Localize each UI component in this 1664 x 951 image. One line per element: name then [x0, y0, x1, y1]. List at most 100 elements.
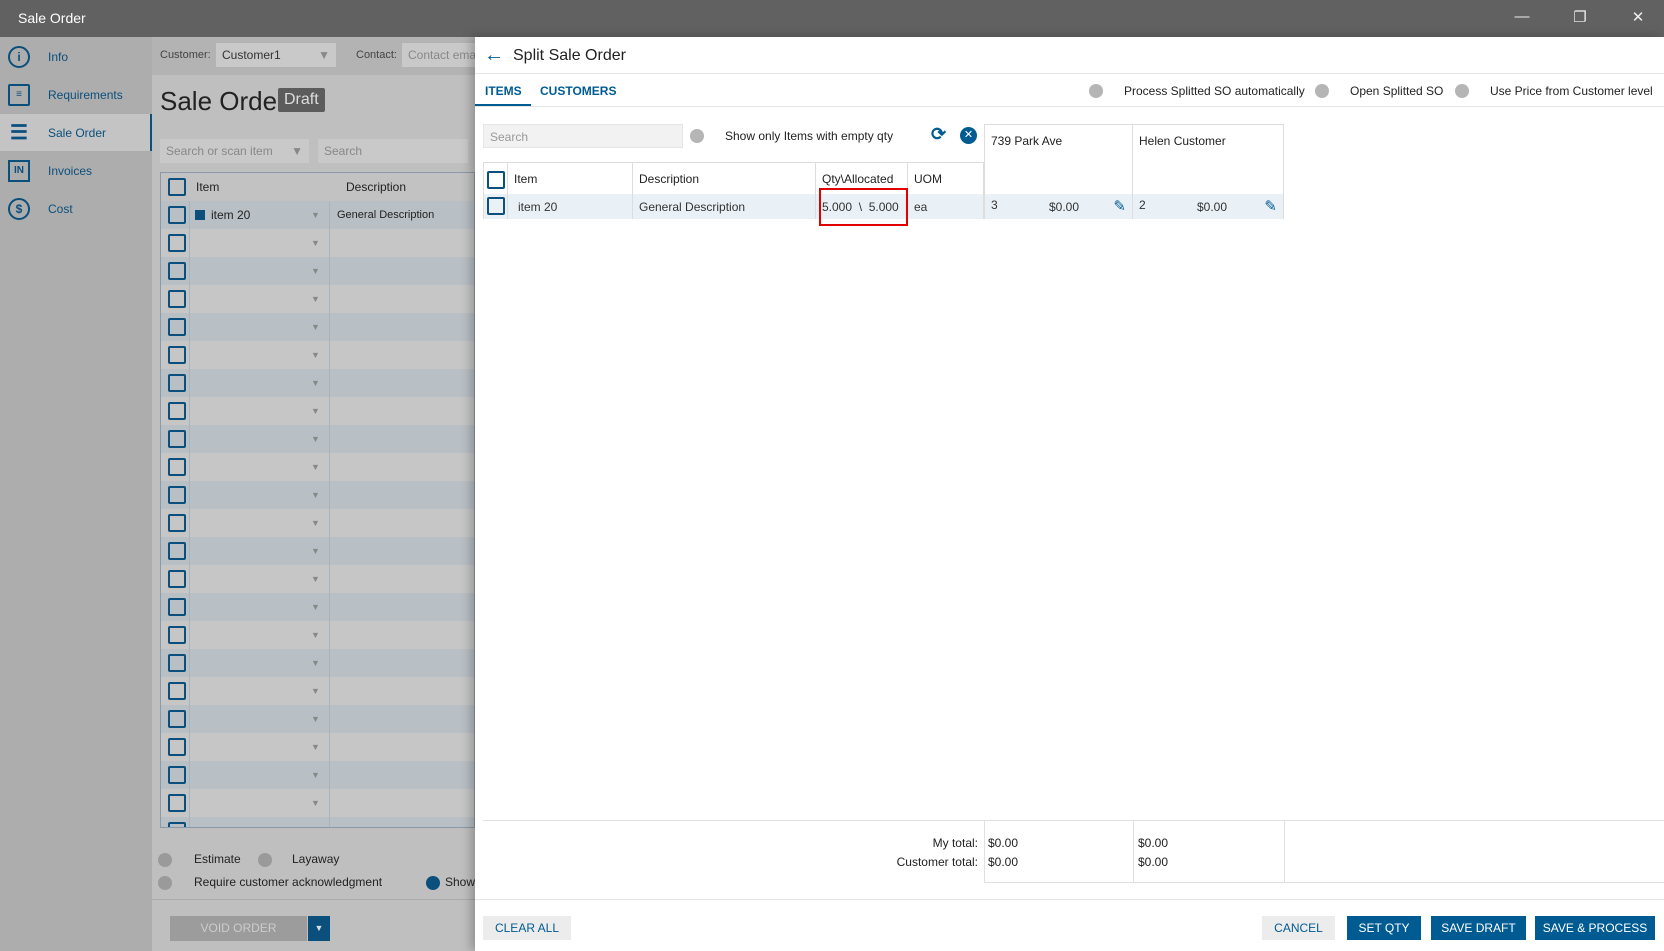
split-search-input[interactable]: Search — [483, 124, 683, 148]
table-row: ▼ — [161, 257, 474, 285]
chevron-down-icon[interactable]: ▼ — [311, 658, 320, 668]
table-row: item 20 ▼ General Description — [161, 201, 474, 229]
placeholder: Search or scan item — [166, 144, 273, 158]
chevron-down-icon[interactable]: ▼ — [311, 294, 320, 304]
chevron-down-icon[interactable]: ▼ — [311, 798, 320, 808]
sidebar-item-label: Info — [48, 49, 69, 64]
refresh-icon[interactable]: ⟳ — [931, 124, 946, 145]
row-checkbox[interactable] — [168, 766, 186, 784]
chevron-down-icon[interactable]: ▼ — [311, 238, 320, 248]
edit-pencil-icon[interactable]: ✎ — [1113, 197, 1126, 215]
chevron-down-icon[interactable]: ▼ — [311, 630, 320, 640]
table-row: ▼ — [161, 621, 474, 649]
info-icon: i — [8, 45, 30, 68]
restore-icon[interactable]: ❐ — [1570, 8, 1590, 28]
empty-qty-label: Show only Items with empty qty — [725, 129, 894, 143]
chevron-down-icon[interactable]: ▼ — [311, 210, 320, 220]
search-input[interactable]: Search — [318, 139, 468, 163]
chevron-down-icon[interactable]: ▼ — [311, 434, 320, 444]
window-title: Sale Order — [18, 10, 86, 26]
row-checkbox[interactable] — [168, 682, 186, 700]
select-all-checkbox[interactable] — [168, 178, 186, 196]
sidebar-item-requirements[interactable]: ≡ Requirements — [0, 76, 152, 113]
row-checkbox[interactable] — [168, 626, 186, 644]
minimize-icon[interactable]: — — [1512, 8, 1532, 28]
chevron-down-icon[interactable]: ▼ — [311, 518, 320, 528]
row-checkbox[interactable] — [168, 794, 186, 812]
customer-cell[interactable]: 2 $0.00 ✎ — [1133, 194, 1284, 219]
row-checkbox[interactable] — [168, 206, 186, 224]
sidebar-item-sale-order[interactable]: ☰ Sale Order — [0, 114, 152, 151]
row-checkbox[interactable] — [168, 318, 186, 336]
customer-price: $0.00 — [1049, 200, 1080, 214]
clear-circle-icon[interactable]: ✕ — [960, 127, 977, 144]
row-checkbox[interactable] — [487, 197, 505, 215]
row-checkbox[interactable] — [168, 234, 186, 252]
search-item-input[interactable]: Search or scan item ▼ — [160, 139, 309, 163]
customer-bar: Customer: Customer1 ▼ Contact: Contact em… — [152, 37, 475, 75]
customer-total-label: Customer total: — [896, 855, 978, 869]
contact-input[interactable]: Contact ema — [402, 43, 475, 67]
tab-items[interactable]: ITEMS — [485, 84, 522, 98]
my-total-label: My total: — [932, 836, 978, 850]
edit-pencil-icon[interactable]: ✎ — [1264, 197, 1277, 215]
row-checkbox[interactable] — [168, 402, 186, 420]
row-checkbox[interactable] — [168, 542, 186, 560]
row-checkbox[interactable] — [168, 598, 186, 616]
chevron-down-icon[interactable]: ▼ — [311, 826, 320, 827]
chevron-down-icon[interactable]: ▼ — [311, 350, 320, 360]
row-checkbox[interactable] — [168, 738, 186, 756]
row-checkbox[interactable] — [168, 822, 186, 827]
back-arrow-icon[interactable]: ← — [484, 44, 504, 67]
sidebar-item-cost[interactable]: $ Cost — [0, 190, 152, 227]
close-icon[interactable]: ✕ — [1628, 8, 1648, 28]
column-header-item: Item — [508, 162, 633, 194]
chevron-down-icon[interactable]: ▼ — [311, 770, 320, 780]
chevron-down-icon[interactable]: ▼ — [311, 266, 320, 276]
customer-price-label: Use Price from Customer level — [1490, 84, 1653, 98]
chevron-down-icon[interactable]: ▼ — [311, 378, 320, 388]
row-checkbox[interactable] — [168, 458, 186, 476]
row-checkbox[interactable] — [168, 262, 186, 280]
chevron-down-icon[interactable]: ▼ — [311, 490, 320, 500]
chevron-down-icon[interactable]: ▼ — [311, 602, 320, 612]
title-bar: Sale Order — ❐ ✕ — [0, 0, 1664, 37]
cancel-button[interactable]: CANCEL — [1262, 916, 1335, 940]
customer-column-header: 739 Park Ave — [984, 124, 1133, 194]
chevron-down-icon[interactable]: ▼ — [311, 714, 320, 724]
customer-cell[interactable]: 3 $0.00 ✎ — [984, 194, 1133, 219]
customer-select[interactable]: Customer1 ▼ — [216, 43, 336, 67]
column-header-uom: UOM — [908, 162, 984, 194]
row-checkbox[interactable] — [168, 570, 186, 588]
sidebar-item-invoices[interactable]: IN Invoices — [0, 152, 152, 189]
row-checkbox[interactable] — [168, 430, 186, 448]
chevron-down-icon[interactable]: ▼ — [311, 742, 320, 752]
require-ack-label: Require customer acknowledgment — [194, 875, 383, 889]
row-checkbox[interactable] — [168, 710, 186, 728]
chevron-down-icon[interactable]: ▼ — [311, 462, 320, 472]
save-draft-button[interactable]: SAVE DRAFT — [1431, 916, 1526, 940]
chevron-down-icon[interactable]: ▼ — [311, 686, 320, 696]
chevron-down-icon[interactable]: ▼ — [311, 546, 320, 556]
set-qty-button[interactable]: SET QTY — [1347, 916, 1421, 940]
row-checkbox[interactable] — [168, 374, 186, 392]
clear-all-button[interactable]: CLEAR ALL — [483, 916, 571, 940]
dollar-icon: $ — [8, 197, 30, 220]
void-dropdown-button[interactable]: ▼ — [308, 916, 330, 941]
row-checkbox[interactable] — [168, 290, 186, 308]
customer-total-value: $0.00 — [988, 855, 1019, 869]
row-checkbox[interactable] — [168, 514, 186, 532]
table-row: ▼ — [161, 649, 474, 677]
row-checkbox[interactable] — [168, 486, 186, 504]
save-process-button[interactable]: SAVE & PROCESS — [1535, 916, 1655, 940]
chevron-down-icon[interactable]: ▼ — [311, 406, 320, 416]
chevron-down-icon[interactable]: ▼ — [311, 574, 320, 584]
chevron-down-icon[interactable]: ▼ — [311, 322, 320, 332]
void-order-button[interactable]: VOID ORDER — [170, 916, 307, 941]
sidebar-item-info[interactable]: i Info — [0, 38, 152, 75]
select-all-checkbox[interactable] — [487, 171, 505, 189]
row-checkbox[interactable] — [168, 346, 186, 364]
my-total-value: $0.00 — [988, 836, 1019, 850]
row-checkbox[interactable] — [168, 654, 186, 672]
tab-customers[interactable]: CUSTOMERS — [540, 84, 616, 98]
